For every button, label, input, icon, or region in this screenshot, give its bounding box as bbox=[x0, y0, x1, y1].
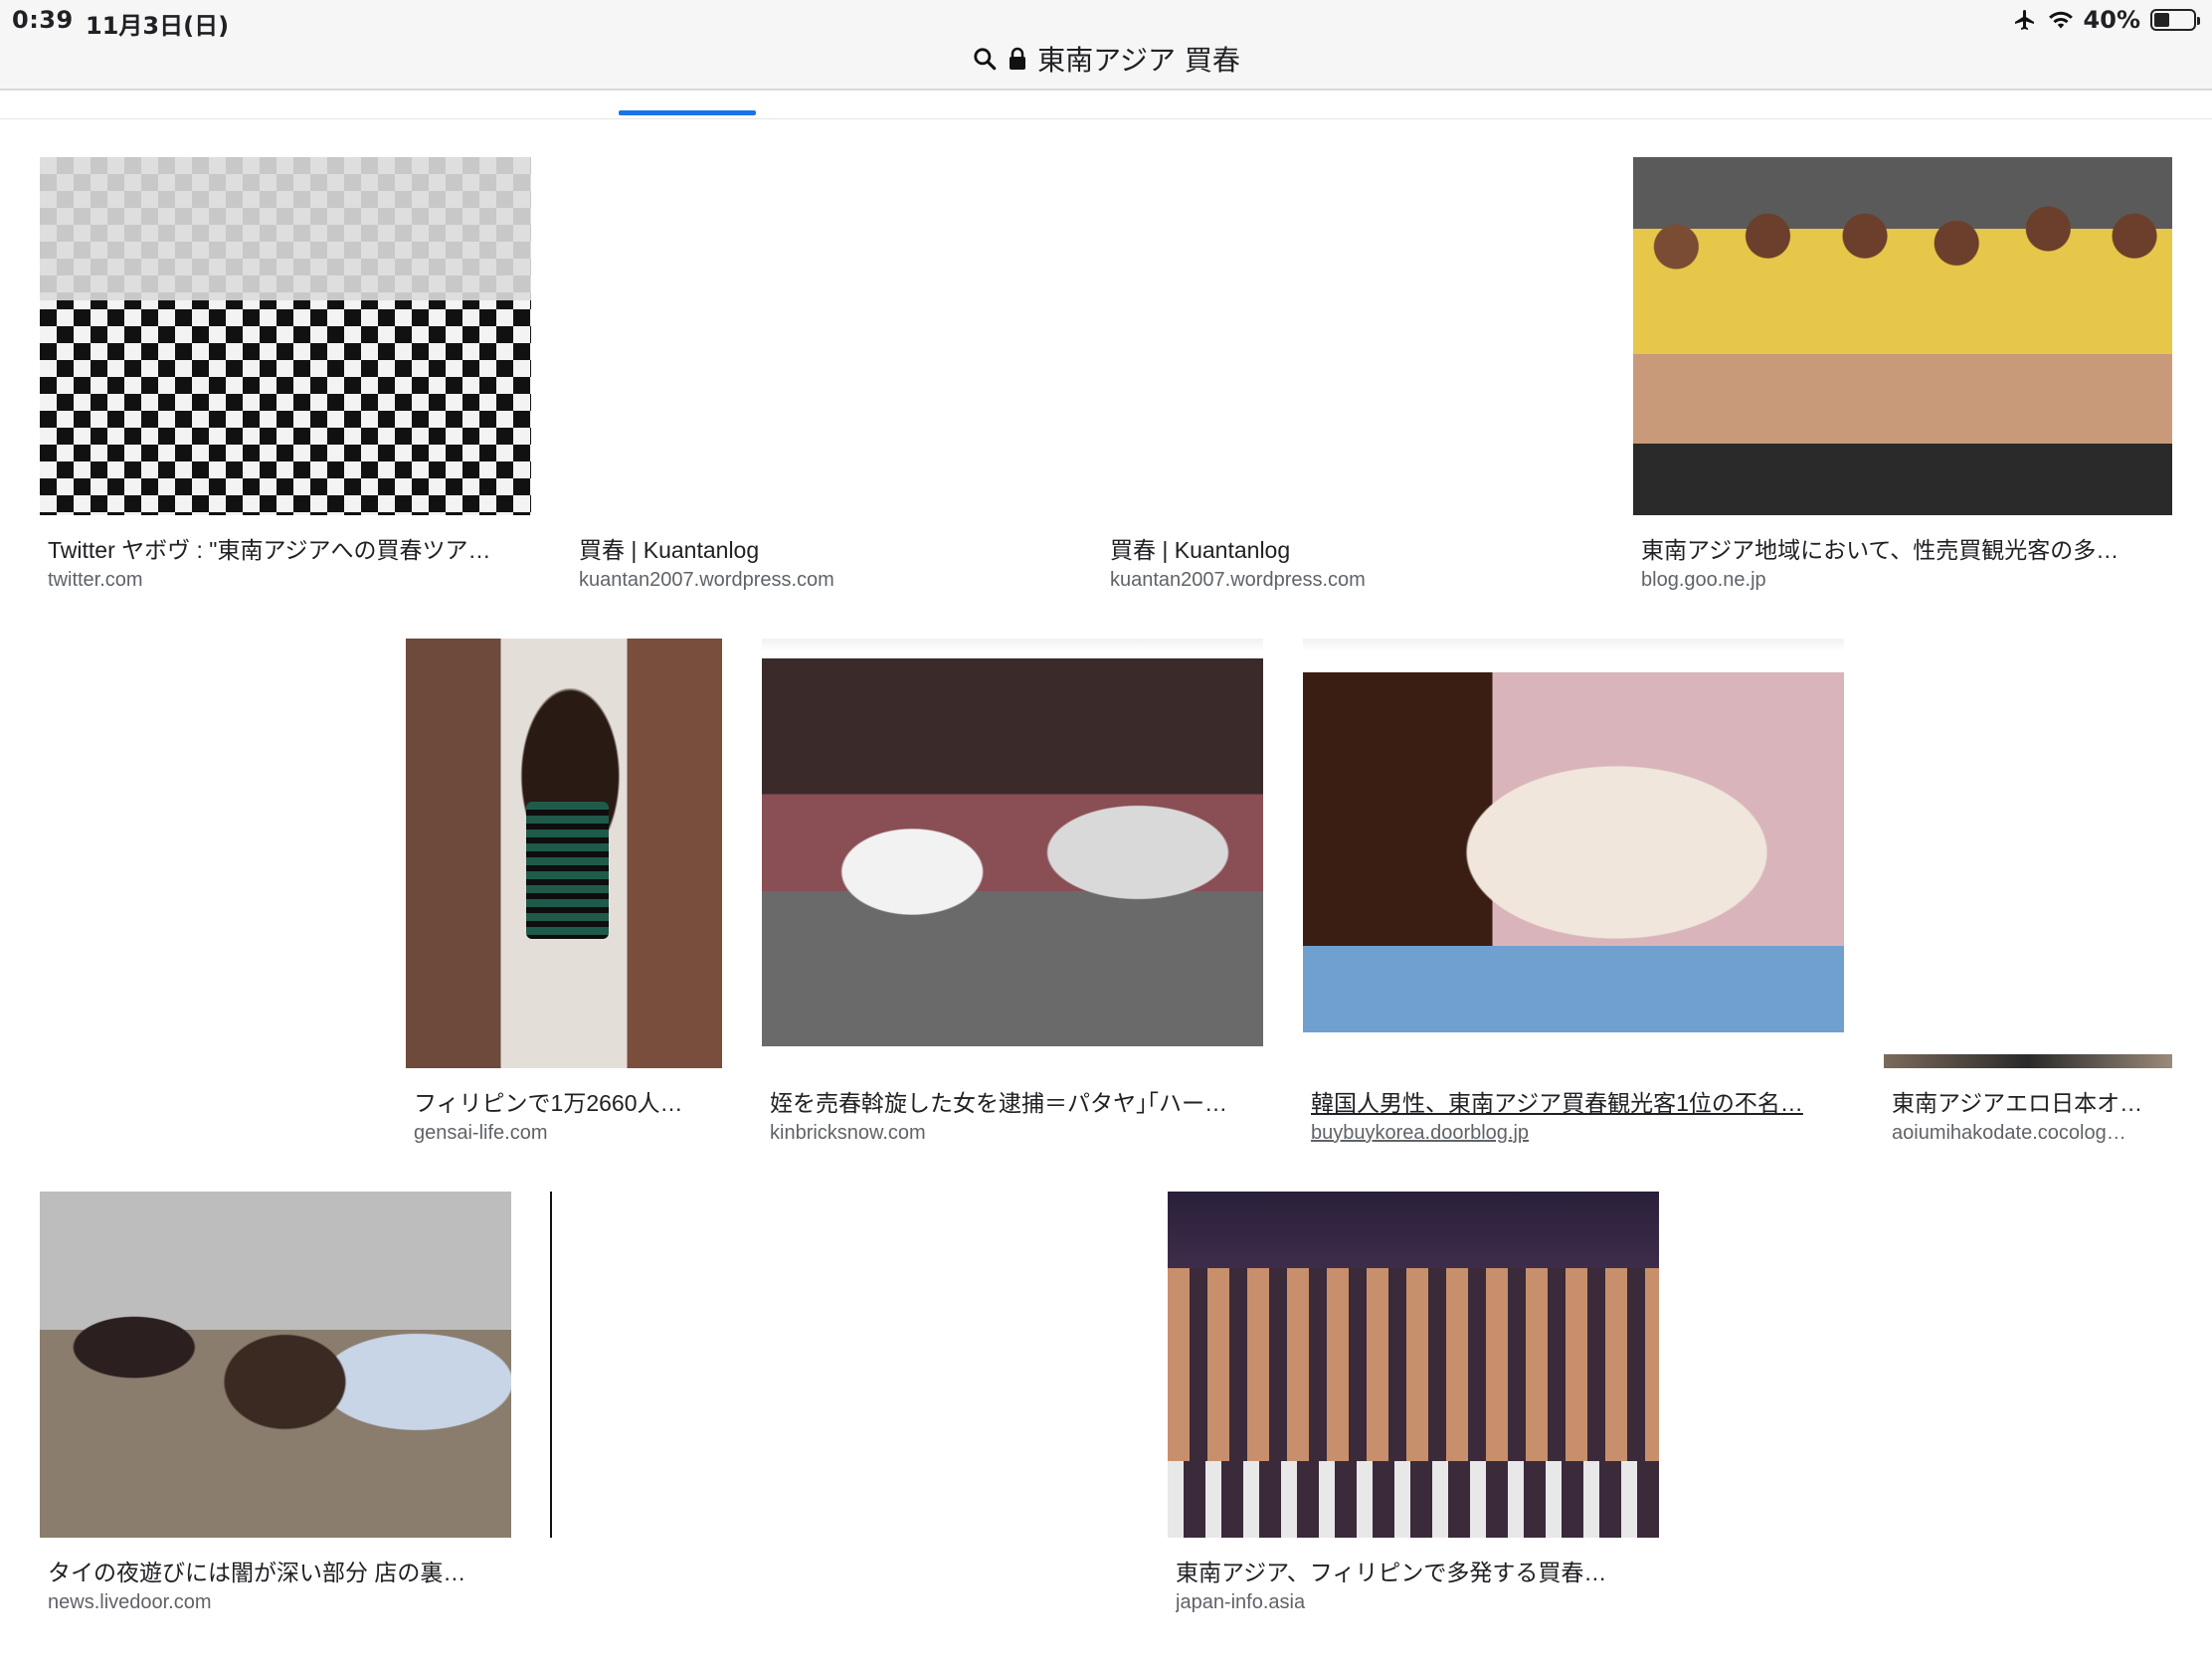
result-title[interactable]: 東南アジア地域において、性売買観光客の多… bbox=[1641, 531, 2172, 565]
lock-icon bbox=[1008, 47, 1027, 71]
battery-level-fill bbox=[2154, 13, 2169, 27]
status-time: 0:39 bbox=[12, 6, 74, 34]
result-title[interactable]: 東南アジアエロ日本オ… bbox=[1892, 1084, 2172, 1118]
result-source[interactable]: japan-info.asia bbox=[1176, 1591, 1659, 1614]
result-thumbnail[interactable] bbox=[1884, 639, 2172, 1068]
image-result-card[interactable]: Twitter ヤボヴ : "東南アジアへの買春ツア… twitter.com bbox=[40, 157, 531, 595]
result-title[interactable]: タイの夜遊びには闇が深い部分 店の裏… bbox=[48, 1554, 511, 1587]
address-bar[interactable]: 東南アジア 買春 bbox=[0, 38, 2212, 80]
image-result-card[interactable]: 東南アジア、フィリピンで多発する買春… japan-info.asia bbox=[1168, 1192, 1659, 1627]
browser-top-bar: 0:39 11月3日(日) 40% 東南アジア 買春 bbox=[0, 0, 2212, 91]
battery-icon bbox=[2150, 9, 2200, 31]
result-title[interactable]: 姪を売春斡旋した女を逮捕＝パタヤ｣｢ハー… bbox=[770, 1084, 1263, 1118]
image-result-card[interactable]: 東南アジアエロ日本オ… aoiumihakodate.cocolog… bbox=[1884, 639, 2172, 1146]
result-thumbnail[interactable] bbox=[1168, 1192, 1659, 1538]
status-date: 11月3日(日) bbox=[86, 12, 230, 40]
result-source[interactable]: kuantan2007.wordpress.com bbox=[1110, 569, 1597, 592]
image-result-card[interactable]: 韓国人男性、東南アジア買春観光客1位の不名… buybuykorea.doorb… bbox=[1303, 639, 1844, 1146]
result-thumbnail[interactable] bbox=[1102, 157, 1599, 515]
image-result-card[interactable]: 東南アジア地域において、性売買観光客の多… blog.goo.ne.jp bbox=[1633, 157, 2172, 595]
image-result-card[interactable]: 買春 | Kuantanlog kuantan2007.wordpress.co… bbox=[1102, 157, 1599, 595]
result-thumbnail[interactable] bbox=[406, 639, 722, 1068]
image-result-card[interactable]: タイの夜遊びには闇が深い部分 店の裏… news.livedoor.com bbox=[40, 1192, 511, 1627]
result-title[interactable]: Twitter ヤボヴ : "東南アジアへの買春ツア… bbox=[48, 531, 531, 565]
result-thumbnail[interactable] bbox=[762, 658, 1263, 1046]
image-result-card[interactable]: 買春 | Kuantanlog kuantan2007.wordpress.co… bbox=[571, 157, 1068, 595]
result-thumbnail[interactable] bbox=[40, 157, 531, 515]
result-thumbnail[interactable] bbox=[1633, 157, 2172, 515]
result-source[interactable]: twitter.com bbox=[48, 569, 531, 592]
result-thumbnail[interactable] bbox=[40, 1192, 511, 1538]
active-tab-indicator bbox=[619, 110, 756, 115]
result-title[interactable]: フィリピンで1万2660人… bbox=[414, 1084, 722, 1118]
result-source[interactable]: aoiumihakodate.cocolog… bbox=[1892, 1122, 2172, 1145]
result-source[interactable]: gensai-life.com bbox=[414, 1122, 722, 1145]
image-result-card[interactable]: フィリピンで1万2660人… gensai-life.com bbox=[406, 639, 722, 1146]
result-title[interactable]: 東南アジア、フィリピンで多発する買春… bbox=[1176, 1554, 1659, 1587]
result-source[interactable]: buybuykorea.doorblog.jp bbox=[1311, 1122, 1844, 1145]
result-source[interactable]: blog.goo.ne.jp bbox=[1641, 569, 2172, 592]
result-source[interactable]: news.livedoor.com bbox=[48, 1591, 511, 1614]
wifi-icon bbox=[2048, 9, 2074, 31]
divider-line bbox=[550, 1192, 552, 1538]
result-thumbnail[interactable] bbox=[1303, 672, 1844, 1032]
result-title[interactable]: 買春 | Kuantanlog bbox=[579, 531, 1066, 565]
airplane-mode-icon bbox=[2012, 8, 2038, 32]
result-source[interactable]: kinbricksnow.com bbox=[770, 1122, 1263, 1145]
result-thumbnail[interactable] bbox=[571, 157, 1068, 515]
result-title[interactable]: 買春 | Kuantanlog bbox=[1110, 531, 1597, 565]
search-icon bbox=[972, 46, 998, 72]
search-query: 東南アジア 買春 bbox=[1037, 44, 1240, 77]
result-source[interactable]: kuantan2007.wordpress.com bbox=[579, 569, 1066, 592]
status-right: 40% bbox=[2012, 6, 2200, 34]
search-tabs bbox=[0, 91, 2212, 119]
image-result-card[interactable]: 姪を売春斡旋した女を逮捕＝パタヤ｣｢ハー… kinbricksnow.com bbox=[762, 639, 1263, 1146]
battery-percent: 40% bbox=[2083, 6, 2140, 34]
result-title[interactable]: 韓国人男性、東南アジア買春観光客1位の不名… bbox=[1311, 1084, 1844, 1118]
